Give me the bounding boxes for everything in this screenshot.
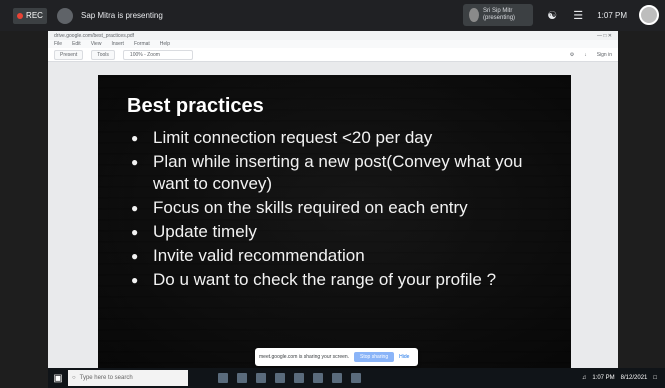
screen-share-notice: meet.google.com is sharing your screen. …: [255, 348, 418, 366]
shared-browser-window: drive.google.com/best_practices.pdf — □ …: [48, 31, 618, 374]
menu-item-view[interactable]: View: [91, 41, 102, 47]
search-icon: ○: [72, 375, 76, 381]
zoom-field[interactable]: 100% - Zoom: [122, 49, 193, 60]
taskbar-search[interactable]: ○ Type here to search: [68, 370, 188, 386]
search-placeholder: Type here to search: [79, 375, 133, 381]
slide-title: Best practices: [127, 95, 264, 117]
share-notice-text: meet.google.com is sharing your screen.: [259, 354, 350, 360]
presentation-slide: Best practices Limit connection request …: [98, 75, 571, 373]
notification-icon[interactable]: □: [653, 375, 657, 381]
slide-bullet-list: Limit connection request <20 per day Pla…: [131, 127, 551, 293]
recording-indicator: REC: [13, 7, 47, 24]
windows-start-icon[interactable]: ▣: [48, 373, 68, 384]
hide-notice-button[interactable]: Hide: [399, 354, 409, 360]
system-tray: ♫ 1:07 PM 8/12/2021 □: [582, 375, 657, 381]
recording-label: REC: [26, 11, 43, 20]
presenter-tile-label: Sri Sip Mitr (presenting): [483, 8, 516, 21]
stop-sharing-button[interactable]: Stop sharing: [354, 352, 395, 362]
bullet-item: Invite valid recommendation: [131, 245, 551, 267]
bullet-item: Do u want to check the range of your pro…: [131, 269, 551, 291]
excel-icon[interactable]: [313, 373, 323, 383]
window-controls-icon[interactable]: — □ ✕: [597, 33, 612, 39]
windows-taskbar: ▣ ○ Type here to search ♫ 1:07 PM 8/12/2…: [48, 368, 665, 388]
tray-time: 1:07 PM: [592, 375, 615, 381]
meeting-controls: Sri Sip Mitr (presenting) ☯ ☰ 1:07 PM: [463, 4, 659, 26]
people-icon[interactable]: ☯: [545, 8, 559, 22]
teams-icon[interactable]: [351, 373, 361, 383]
screen: REC Sap Mitra is presenting Sri Sip Mitr…: [0, 0, 665, 388]
file-explorer-icon[interactable]: [218, 373, 228, 383]
self-avatar[interactable]: [639, 5, 659, 25]
bullet-item: Plan while inserting a new post(Convey w…: [131, 151, 551, 195]
download-icon[interactable]: ↓: [584, 52, 587, 58]
menu-item-edit[interactable]: Edit: [72, 41, 81, 47]
present-button[interactable]: Present: [54, 49, 84, 60]
sign-in-link[interactable]: Sign in: [597, 52, 612, 58]
chrome-icon[interactable]: [294, 373, 304, 383]
bullet-item: Update timely: [131, 221, 551, 243]
toolbar-right: ⚙ ↓ Sign in: [570, 52, 612, 58]
taskbar-apps: [218, 373, 361, 383]
word-icon[interactable]: [275, 373, 285, 383]
right-side-strip: [618, 31, 665, 374]
chat-icon[interactable]: ☰: [571, 8, 585, 22]
record-dot-icon: [17, 12, 24, 19]
menu-bar: File Edit View Insert Format Help: [48, 40, 618, 48]
meeting-time: 1:07 PM: [597, 10, 627, 20]
menu-item-help[interactable]: Help: [160, 41, 170, 47]
menu-item-format[interactable]: Format: [134, 41, 150, 47]
menu-item-insert[interactable]: Insert: [111, 41, 124, 47]
presenting-text: Sap Mitra is presenting: [81, 11, 163, 20]
meeting-top-bar: REC Sap Mitra is presenting Sri Sip Mitr…: [0, 0, 665, 31]
mail-icon[interactable]: [237, 373, 247, 383]
toolbar: Present Tools 100% - Zoom ⚙ ↓ Sign in: [48, 48, 618, 62]
settings-icon[interactable]: ⚙: [570, 52, 574, 58]
bullet-item: Limit connection request <20 per day: [131, 127, 551, 149]
presenter-thumbnail: [469, 8, 480, 22]
address-row: drive.google.com/best_practices.pdf — □ …: [48, 31, 618, 40]
store-icon[interactable]: [256, 373, 266, 383]
presenter-tile[interactable]: Sri Sip Mitr (presenting): [463, 4, 534, 26]
menu-item-file[interactable]: File: [54, 41, 62, 47]
presenter-avatar: [57, 7, 73, 24]
address-bar[interactable]: drive.google.com/best_practices.pdf: [54, 33, 134, 39]
presenting-status: Sap Mitra is presenting: [57, 7, 163, 24]
tray-date: 8/12/2021: [620, 375, 648, 381]
tools-button[interactable]: Tools: [91, 49, 115, 60]
bullet-item: Focus on the skills required on each ent…: [131, 197, 551, 219]
volume-icon[interactable]: ♫: [582, 375, 587, 381]
powerpoint-icon[interactable]: [332, 373, 342, 383]
